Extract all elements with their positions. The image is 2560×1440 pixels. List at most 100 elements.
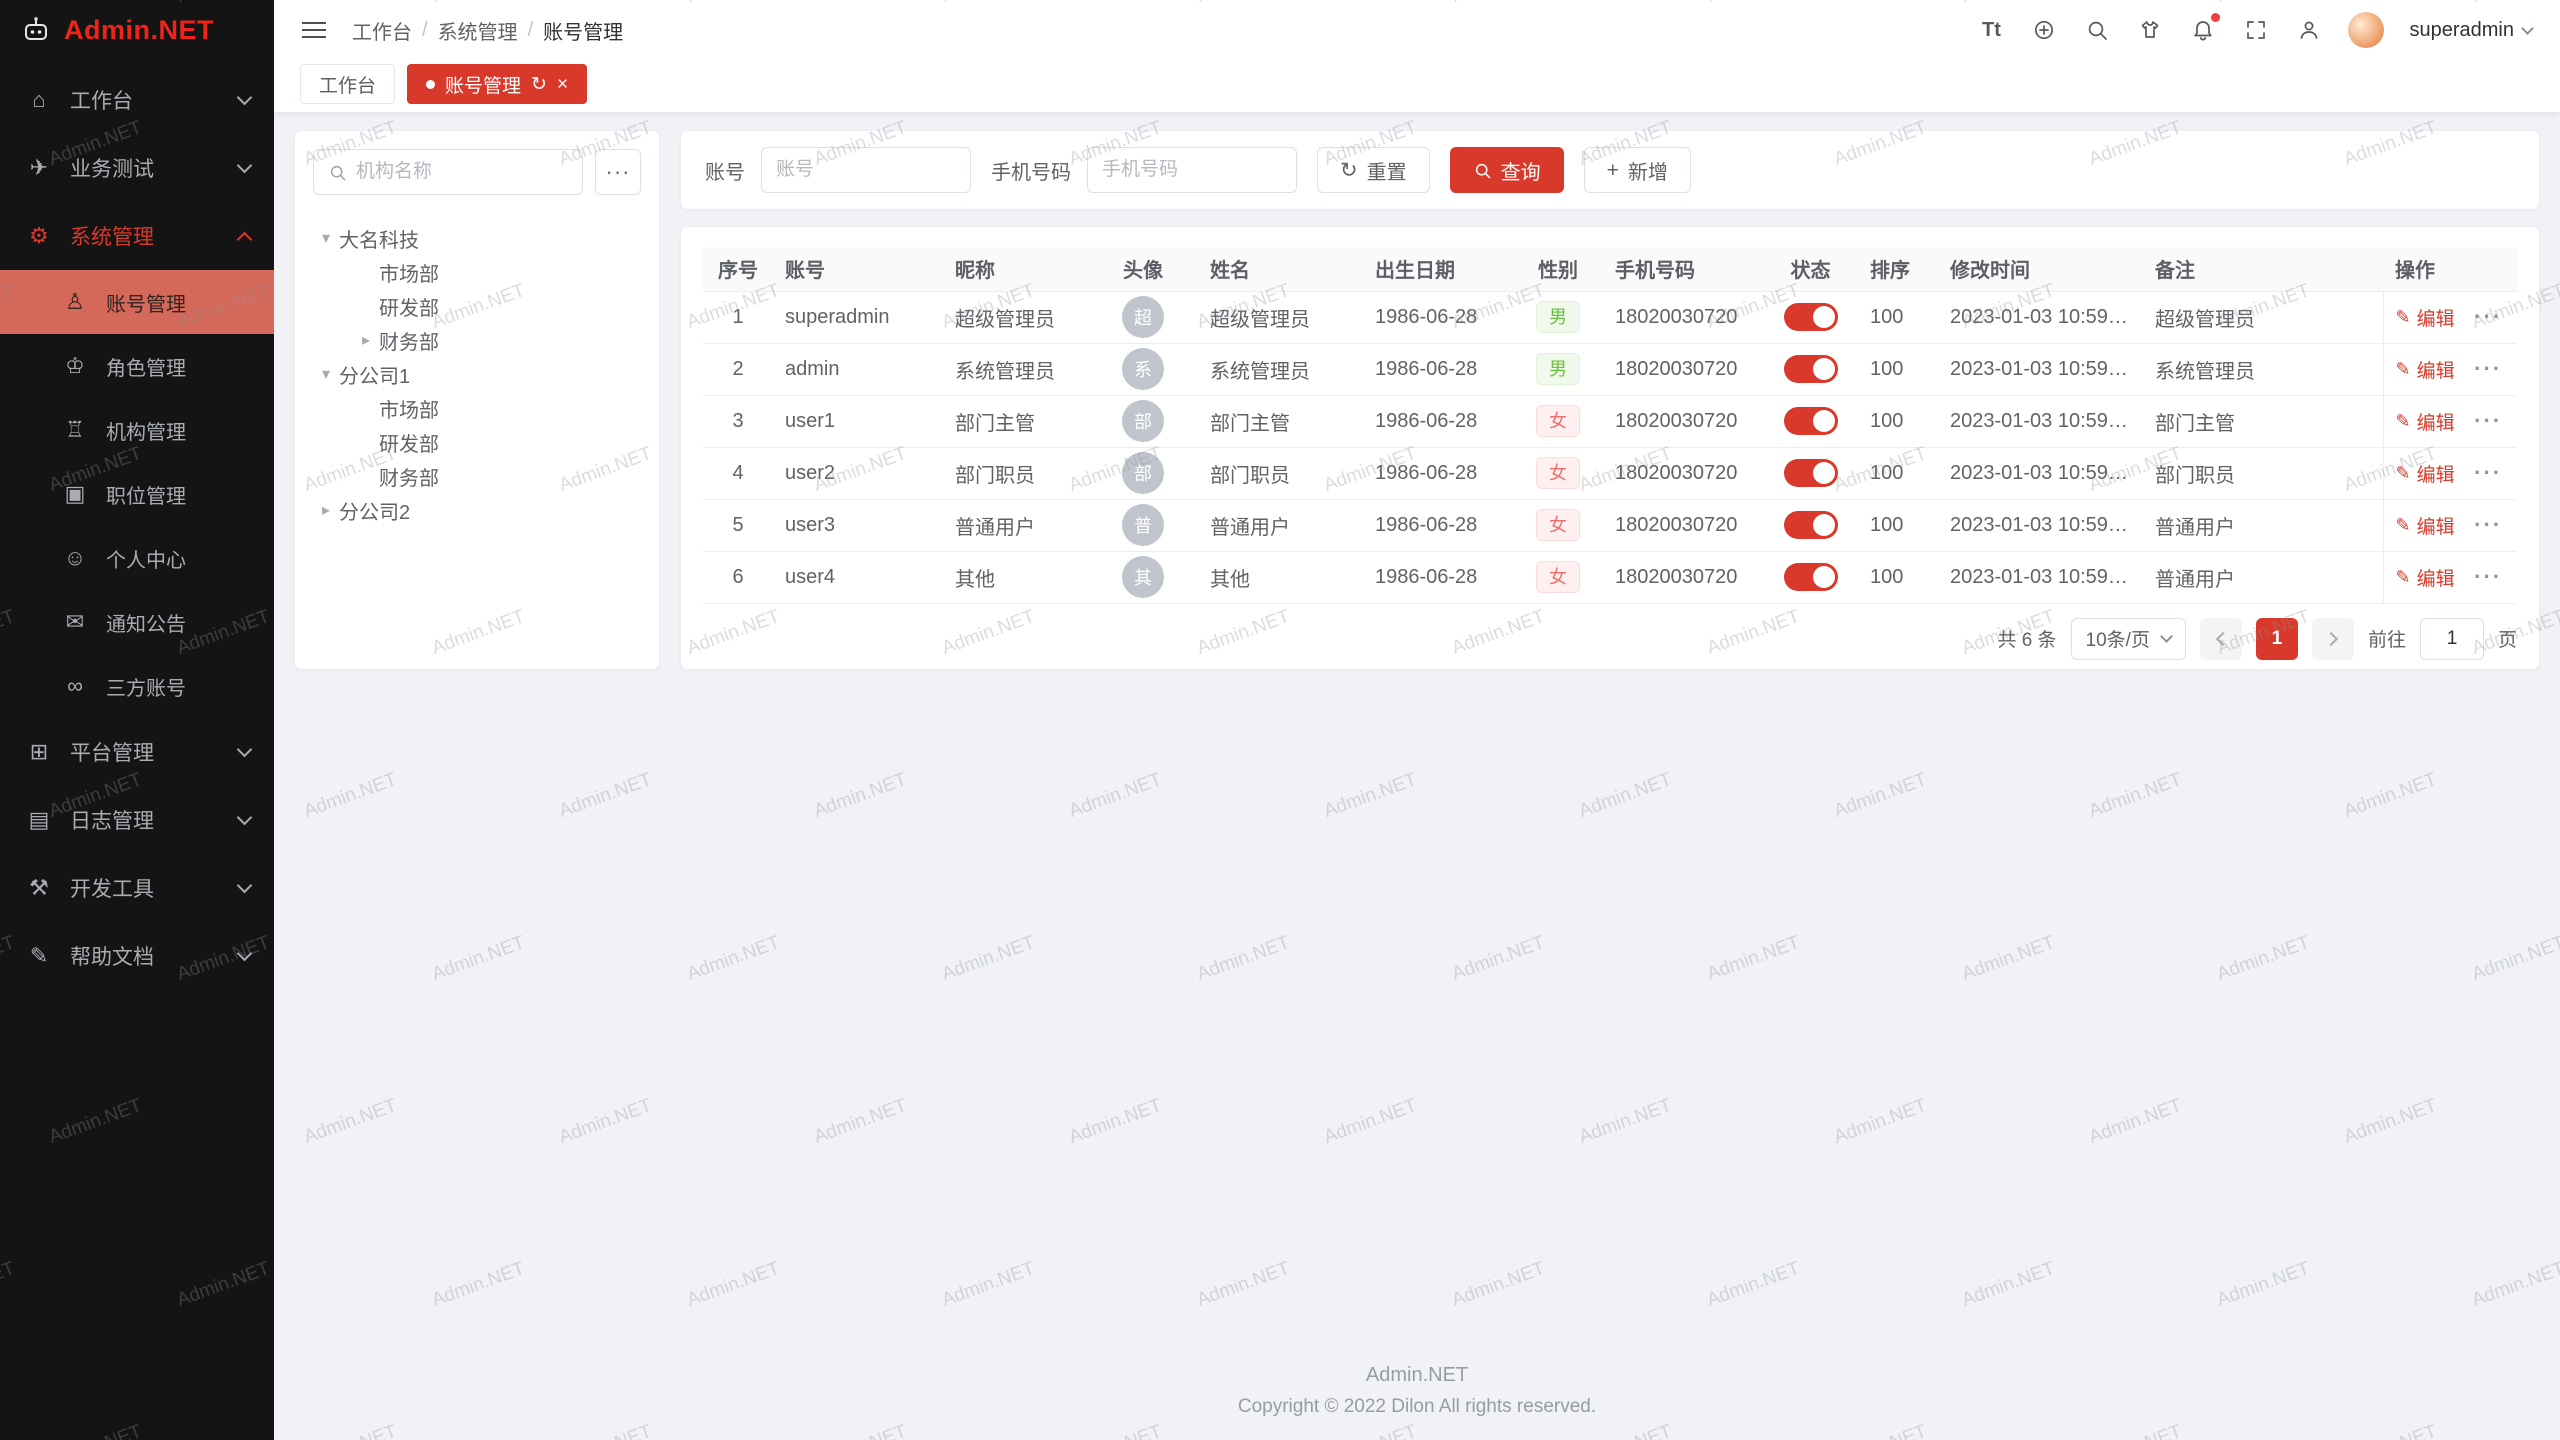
breadcrumb-item[interactable]: 账号管理 (543, 16, 623, 45)
status-toggle[interactable] (1784, 563, 1838, 591)
page-tab[interactable]: 工作台 ↻ × (300, 64, 395, 104)
tree-more-button[interactable]: ··· (595, 149, 641, 195)
cell-sort: 100 (1858, 395, 1938, 447)
edit-icon: ✎ (2396, 463, 2411, 484)
sidebar-item[interactable]: 日志管理 (0, 786, 274, 854)
current-page-button[interactable]: 1 (2256, 618, 2298, 660)
edit-button[interactable]: ✎ 编辑 (2396, 512, 2455, 539)
menu-item-icon (60, 481, 90, 507)
sidebar-item[interactable]: 通知公告 (0, 590, 274, 654)
tab-refresh-icon[interactable]: ↻ (531, 75, 547, 94)
add-button[interactable]: + 新增 (1584, 147, 1691, 193)
breadcrumb-item[interactable]: 系统管理 (438, 16, 518, 45)
edit-button[interactable]: ✎ 编辑 (2396, 564, 2455, 591)
edit-button[interactable]: ✎ 编辑 (2396, 356, 2455, 383)
edit-button[interactable]: ✎ 编辑 (2396, 304, 2455, 331)
fullscreen-icon[interactable] (2242, 16, 2270, 44)
tree-node[interactable]: 市场部 (313, 391, 641, 425)
more-actions-button[interactable]: ··· (2474, 512, 2502, 537)
tree-caret-icon[interactable] (353, 330, 379, 350)
sidebar-item[interactable]: 三方账号 (0, 654, 274, 718)
sidebar-item[interactable]: 系统管理 (0, 202, 274, 270)
status-toggle[interactable] (1784, 407, 1838, 435)
tree-node[interactable]: 财务部 (313, 323, 641, 357)
cell-remark: 普通用户 (2143, 499, 2383, 551)
status-toggle[interactable] (1784, 511, 1838, 539)
more-actions-button[interactable]: ··· (2474, 408, 2502, 433)
phone-label: 手机号码 (991, 156, 1071, 185)
sidebar-item[interactable]: 个人中心 (0, 526, 274, 590)
tree-node[interactable]: 研发部 (313, 425, 641, 459)
sidebar-item[interactable]: 账号管理 (0, 270, 274, 334)
sidebar-item[interactable]: 职位管理 (0, 462, 274, 526)
menu-item-icon (60, 545, 90, 571)
menu-item-icon (60, 289, 90, 315)
reset-button[interactable]: ↻ 重置 (1317, 147, 1430, 193)
column-header: 出生日期 (1363, 247, 1513, 291)
tree-caret-icon[interactable] (313, 364, 339, 384)
page-size-select[interactable]: 10条/页 (2071, 618, 2186, 660)
breadcrumb: / 工作台 / 系统管理 / 账号管理 (352, 16, 623, 45)
org-search-input[interactable] (356, 161, 568, 183)
search-icon[interactable] (2083, 16, 2111, 44)
next-page-button[interactable] (2312, 618, 2354, 660)
notification-bell-icon[interactable] (2189, 16, 2217, 44)
phone-input[interactable] (1102, 159, 1282, 181)
tree-node[interactable]: 市场部 (313, 255, 641, 289)
sidebar-item[interactable]: 机构管理 (0, 398, 274, 462)
edit-button[interactable]: ✎ 编辑 (2396, 408, 2455, 435)
search-button[interactable]: 查询 (1450, 147, 1564, 193)
font-size-icon[interactable]: Tt (1977, 16, 2005, 44)
account-input[interactable] (776, 159, 956, 181)
theme-icon[interactable] (2136, 16, 2164, 44)
tree-node[interactable]: 分公司1 (313, 357, 641, 391)
more-actions-button[interactable]: ··· (2474, 564, 2502, 589)
goto-page-input[interactable] (2420, 618, 2484, 660)
cell-remark: 部门主管 (2143, 395, 2383, 447)
sidebar-item[interactable]: 开发工具 (0, 854, 274, 922)
status-toggle[interactable] (1784, 459, 1838, 487)
locale-icon[interactable] (2030, 16, 2058, 44)
menu-item-icon (24, 739, 54, 765)
edit-button[interactable]: ✎ 编辑 (2396, 460, 2455, 487)
table-header-row: 序号 账号 昵称 头像 姓名 出生日期 (703, 247, 2517, 291)
gender-tag: 女 (1536, 561, 1580, 594)
status-toggle[interactable] (1784, 355, 1838, 383)
cell-nickname: 部门职员 (943, 447, 1088, 499)
tree-node[interactable]: 财务部 (313, 459, 641, 493)
cell-index: 1 (703, 291, 773, 343)
user-avatar[interactable] (2348, 12, 2384, 48)
tab-close-icon[interactable]: × (557, 75, 568, 94)
tree-caret-icon[interactable] (313, 228, 339, 248)
chevron-left-icon (2216, 631, 2230, 645)
cell-index: 5 (703, 499, 773, 551)
cell-birthdate: 1986-06-28 (1363, 343, 1513, 395)
sidebar-item[interactable]: 帮助文档 (0, 922, 274, 990)
tree-node[interactable]: 大名科技 (313, 221, 641, 255)
breadcrumb-separator: / (422, 19, 428, 42)
column-header: 序号 (703, 247, 773, 291)
sidebar-item[interactable]: 角色管理 (0, 334, 274, 398)
layout-settings-icon[interactable] (2295, 16, 2323, 44)
cell-nickname: 部门主管 (943, 395, 1088, 447)
gender-tag: 男 (1536, 353, 1580, 386)
tree-node[interactable]: 分公司2 (313, 493, 641, 527)
app-logo[interactable]: Admin.NET (0, 0, 274, 60)
sidebar-item[interactable]: 平台管理 (0, 718, 274, 786)
chevron-icon (237, 810, 253, 826)
tree-node[interactable]: 研发部 (313, 289, 641, 323)
menu-toggle-icon[interactable] (302, 29, 326, 31)
more-actions-button[interactable]: ··· (2474, 460, 2502, 485)
status-toggle[interactable] (1784, 303, 1838, 331)
page-tab[interactable]: 账号管理 ↻ × (407, 64, 587, 104)
sidebar-item[interactable]: 业务测试 (0, 134, 274, 202)
prev-page-button[interactable] (2200, 618, 2242, 660)
cell-phone: 18020030720 (1603, 291, 1763, 343)
cell-account: user4 (773, 551, 943, 603)
more-actions-button[interactable]: ··· (2474, 304, 2502, 329)
sidebar-item[interactable]: 工作台 (0, 66, 274, 134)
breadcrumb-item[interactable]: 工作台 (352, 16, 412, 45)
tree-caret-icon[interactable] (313, 500, 339, 520)
more-actions-button[interactable]: ··· (2474, 356, 2502, 381)
user-menu[interactable]: superadmin (2409, 19, 2532, 42)
